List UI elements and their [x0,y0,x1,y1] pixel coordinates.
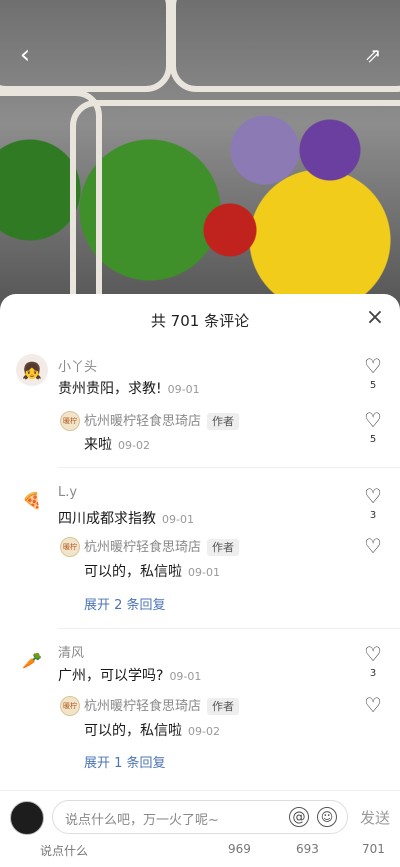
like-count: 3 [369,668,377,679]
comment-body: 广州，可以学吗? [58,668,164,684]
reply-like-button[interactable]: ♡ [360,536,386,556]
author-badge: 作者 [207,413,240,430]
at-mention-icon[interactable]: @ [289,807,309,827]
reply-user-label: 杭州暖柠轻食思琦店 [84,540,202,555]
reply-body: 可以的，私信啦 [84,564,182,580]
reply-text[interactable]: 来啦 09-02 [84,434,150,454]
divider [58,467,400,468]
heart-icon: ♡ [364,408,382,432]
like-count: 5 [369,380,377,391]
behind-action-bar: 说点什么 969 693 701 [0,836,400,866]
expand-replies-link[interactable]: 展开 2 条回复 [84,594,166,613]
reply-user-label: 杭州暖柠轻食思琦店 [84,699,202,714]
like-count: 5 [369,434,377,445]
panel-title: 共 701 条评论 [150,312,250,330]
heart-icon: ♡ [364,354,382,378]
comment-text[interactable]: 贵州贵阳，求教! 09-01 [58,378,200,398]
reply-text[interactable]: 可以的，私信啦 09-02 [84,720,220,740]
food-tray-main [70,100,400,310]
comment-time: 09-01 [169,670,202,683]
comment-username[interactable]: 清风 [58,642,84,661]
comment-input-placeholder: 说点什么吧，万一火了呢~ [65,813,219,828]
close-button[interactable]: × [364,307,386,329]
like-button[interactable]: ♡ 3 [360,644,386,679]
reply-like-button[interactable]: ♡ 5 [360,410,386,445]
reply-time: 09-02 [118,439,150,452]
comment-body: 四川成都求指教 [58,511,156,527]
comment-time: 09-01 [167,383,200,396]
comment-body: 贵州贵阳，求教! [58,381,162,397]
comment-username[interactable]: L.y [58,485,77,500]
heart-icon: ♡ [364,534,382,558]
reply-username[interactable]: 杭州暖柠轻食思琦店 作者 [84,410,240,430]
comment-text[interactable]: 四川成都求指教 09-01 [58,508,194,528]
share-out-icon: ⇗ [364,43,382,67]
expand-replies-link[interactable]: 展开 1 条回复 [84,752,166,771]
comment-time: 09-01 [162,513,194,526]
author-avatar[interactable]: 暖柠 [60,537,80,557]
reply-time: 09-01 [188,566,220,579]
avatar[interactable]: 🥕 [16,644,48,676]
heart-icon: ♡ [364,642,382,666]
author-avatar[interactable]: 暖柠 [60,696,80,716]
comment-panel: 共 701 条评论 × 👧 小丫头 贵州贵阳，求教! 09-01 ♡ 5 暖柠 杭… [0,294,400,866]
author-badge: 作者 [207,698,240,715]
avatar[interactable]: 🍕 [16,484,48,516]
my-avatar [10,801,44,835]
chevron-left-icon: ‹ [19,40,31,70]
author-badge: 作者 [207,539,240,556]
background-food-photo [0,0,400,310]
like-button[interactable]: ♡ 5 [360,356,386,391]
behind-comment-count: 701 [362,842,385,856]
share-button[interactable]: ⇗ [360,42,386,68]
reply-like-button[interactable]: ♡ [360,695,386,715]
reply-username[interactable]: 杭州暖柠轻食思琦店 作者 [84,695,240,715]
back-button[interactable]: ‹ [12,42,38,68]
like-button[interactable]: ♡ 3 [360,486,386,521]
behind-comment-hint: 说点什么 [40,844,89,858]
close-icon: × [365,305,385,330]
reply-time: 09-02 [188,725,220,738]
like-count: 3 [369,510,377,521]
reply-text[interactable]: 可以的，私信啦 09-01 [84,561,220,581]
reply-body: 可以的，私信啦 [84,723,182,739]
heart-icon: ♡ [364,484,382,508]
emoji-icon[interactable]: ☺ [317,807,337,827]
heart-icon: ♡ [364,693,382,717]
reply-username[interactable]: 杭州暖柠轻食思琦店 作者 [84,536,240,556]
reply-user-label: 杭州暖柠轻食思琦店 [84,414,202,429]
avatar[interactable]: 👧 [16,354,48,386]
comment-text[interactable]: 广州，可以学吗? 09-01 [58,665,201,685]
behind-fav-count: 693 [296,842,319,856]
send-button[interactable]: 发送 [360,807,390,828]
comment-input[interactable]: 说点什么吧，万一火了呢~ @ ☺ [52,800,348,834]
behind-like-count: 969 [228,842,251,856]
comment-username[interactable]: 小丫头 [58,356,97,375]
author-avatar[interactable]: 暖柠 [60,411,80,431]
reply-body: 来啦 [84,437,112,453]
divider [58,628,400,629]
